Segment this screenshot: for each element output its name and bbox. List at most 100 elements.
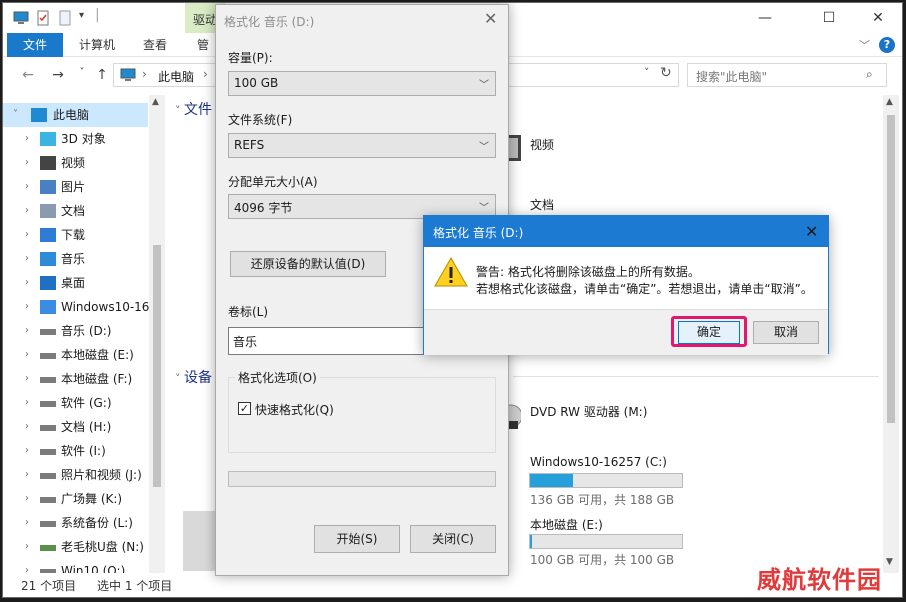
- maximize-button[interactable]: ☐: [806, 3, 852, 33]
- chevron-right-icon[interactable]: ›: [25, 199, 29, 223]
- recent-locations-icon[interactable]: ˅: [71, 67, 93, 87]
- nav-item[interactable]: › 文档: [3, 199, 148, 223]
- customize-qat-icon[interactable]: ▾: [79, 10, 84, 21]
- nav-item-label: 图片: [61, 180, 86, 194]
- nav-item[interactable]: › 老毛桃U盘 (N:): [3, 535, 148, 559]
- drive-e-name[interactable]: 本地磁盘 (E:): [530, 516, 603, 533]
- chevron-right-icon[interactable]: ›: [25, 271, 29, 295]
- close-button[interactable]: ✕: [855, 3, 901, 33]
- nav-item-label: 文档: [61, 204, 86, 218]
- nav-item[interactable]: › 本地磁盘 (E:): [3, 343, 148, 367]
- drive-c-name[interactable]: Windows10-16257 (C:): [530, 455, 667, 469]
- pc-icon[interactable]: [13, 10, 29, 26]
- minimize-button[interactable]: —: [742, 3, 788, 33]
- up-icon[interactable]: ↑: [91, 67, 113, 87]
- nav-item[interactable]: › 照片和视频 (J:): [3, 463, 148, 487]
- chevron-right-icon[interactable]: ›: [25, 175, 29, 199]
- ok-button[interactable]: 确定: [678, 321, 740, 344]
- chevron-right-icon[interactable]: ›: [25, 343, 29, 367]
- new-folder-icon[interactable]: [57, 10, 73, 26]
- nav-item[interactable]: › 桌面: [3, 271, 148, 295]
- expand-ribbon-icon[interactable]: ﹀: [859, 37, 870, 53]
- chevron-right-icon[interactable]: ›: [25, 247, 29, 271]
- volume-label-input[interactable]: 音乐: [228, 327, 428, 355]
- warning-dialog-title: 格式化 音乐 (D:): [433, 226, 524, 240]
- chevron-right-icon[interactable]: ›: [25, 439, 29, 463]
- scroll-up-icon[interactable]: ▲: [886, 97, 893, 107]
- dvd-drive-name[interactable]: DVD RW 驱动器 (M:): [530, 403, 647, 420]
- quick-format-checkbox[interactable]: ✓: [238, 402, 251, 415]
- drive-icon: [40, 401, 56, 407]
- nav-item[interactable]: › 视频: [3, 151, 148, 175]
- folder-videos[interactable]: 视频: [530, 136, 554, 153]
- filesystem-select[interactable]: REFS ﹀: [228, 133, 496, 158]
- chevron-right-icon[interactable]: ›: [25, 223, 29, 247]
- nav-scrollbar-thumb[interactable]: [153, 245, 161, 487]
- tab-manage[interactable]: 管: [197, 33, 209, 57]
- navigation-pane: ˅ 此电脑 › 3D 对象 › 视频 › 图片 › 文档 › 下载 › 音乐 › 桌面 › Windows10-1…: [3, 99, 163, 578]
- nav-item-label: 系统备份 (L:): [61, 516, 133, 530]
- close-icon[interactable]: ✕: [484, 9, 497, 28]
- chevron-right-icon[interactable]: ›: [25, 463, 29, 487]
- nav-item[interactable]: › 软件 (G:): [3, 391, 148, 415]
- tab-view[interactable]: 查看: [131, 33, 179, 57]
- chevron-right-icon[interactable]: ›: [25, 127, 29, 151]
- nav-item[interactable]: › Windows10-16: [3, 295, 149, 319]
- content-scrollbar[interactable]: ▲ ▼: [883, 95, 899, 573]
- forward-icon[interactable]: →: [47, 67, 69, 87]
- group-devices-header[interactable]: ˅ 设备: [175, 367, 212, 387]
- cancel-button[interactable]: 取消: [753, 321, 819, 344]
- start-button[interactable]: 开始(S): [314, 525, 400, 553]
- search-input[interactable]: 搜索"此电脑" ⌕: [687, 63, 887, 87]
- chevron-right-icon[interactable]: ›: [25, 415, 29, 439]
- chevron-right-icon[interactable]: ›: [25, 511, 29, 535]
- format-progress-bar: [228, 471, 496, 487]
- chevron-right-icon[interactable]: ›: [25, 295, 29, 319]
- drive-e-usage-bar: [529, 534, 683, 549]
- back-icon[interactable]: ←: [17, 67, 39, 87]
- address-history-icon[interactable]: ˅: [644, 66, 650, 79]
- nav-item[interactable]: › 本地磁盘 (F:): [3, 367, 148, 391]
- search-icon[interactable]: ⌕: [866, 67, 873, 82]
- nav-item[interactable]: › 文档 (H:): [3, 415, 148, 439]
- nav-item[interactable]: › 软件 (I:): [3, 439, 148, 463]
- restore-defaults-button[interactable]: 还原设备的默认值(D): [230, 251, 386, 277]
- nav-item[interactable]: › 系统备份 (L:): [3, 511, 148, 535]
- chevron-right-icon[interactable]: ›: [25, 535, 29, 559]
- tab-computer[interactable]: 计算机: [67, 33, 127, 57]
- close-icon[interactable]: ✕: [805, 222, 818, 241]
- nav-item[interactable]: ˅ 此电脑: [3, 103, 148, 127]
- nav-item[interactable]: › 音乐: [3, 247, 148, 271]
- format-options-legend: 格式化选项(O): [235, 369, 320, 386]
- chevron-right-icon[interactable]: ›: [25, 151, 29, 175]
- chevron-right-icon[interactable]: ›: [25, 367, 29, 391]
- pc-icon: [31, 108, 47, 122]
- chevron-down-icon[interactable]: ˅: [13, 103, 18, 127]
- nav-item[interactable]: › 广场舞 (K:): [3, 487, 148, 511]
- properties-icon[interactable]: [35, 10, 51, 26]
- breadcrumb-this-pc[interactable]: 此电脑: [158, 68, 194, 85]
- nav-item[interactable]: › 音乐 (D:): [3, 319, 148, 343]
- close-button[interactable]: 关闭(C): [410, 525, 496, 553]
- scroll-down-icon[interactable]: ▼: [886, 557, 893, 567]
- help-icon[interactable]: ?: [879, 37, 895, 53]
- nav-scrollbar[interactable]: ▲: [149, 95, 165, 573]
- content-scrollbar-thumb[interactable]: [887, 115, 895, 423]
- video-icon: [40, 156, 56, 170]
- capacity-select[interactable]: 100 GB ﹀: [228, 71, 496, 96]
- allocation-unit-value: 4096 字节: [234, 201, 293, 215]
- scroll-up-icon[interactable]: ▲: [152, 97, 159, 107]
- nav-item[interactable]: › 3D 对象: [3, 127, 148, 151]
- folder-documents[interactable]: 文档: [530, 196, 554, 213]
- chevron-right-icon[interactable]: ›: [25, 319, 29, 343]
- chevron-right-icon[interactable]: ›: [25, 391, 29, 415]
- nav-item[interactable]: › 下载: [3, 223, 148, 247]
- nav-item[interactable]: › 图片: [3, 175, 148, 199]
- tab-file[interactable]: 文件: [7, 33, 63, 57]
- refresh-icon[interactable]: ↻: [660, 65, 672, 81]
- quick-format-label[interactable]: 快速格式化(Q): [255, 401, 334, 418]
- allocation-unit-label: 分配单元大小(A): [228, 175, 318, 189]
- chevron-right-icon[interactable]: ›: [25, 487, 29, 511]
- group-folders-header[interactable]: ˅ 文件: [175, 99, 212, 119]
- chevron-down-icon: ﹀: [479, 142, 489, 153]
